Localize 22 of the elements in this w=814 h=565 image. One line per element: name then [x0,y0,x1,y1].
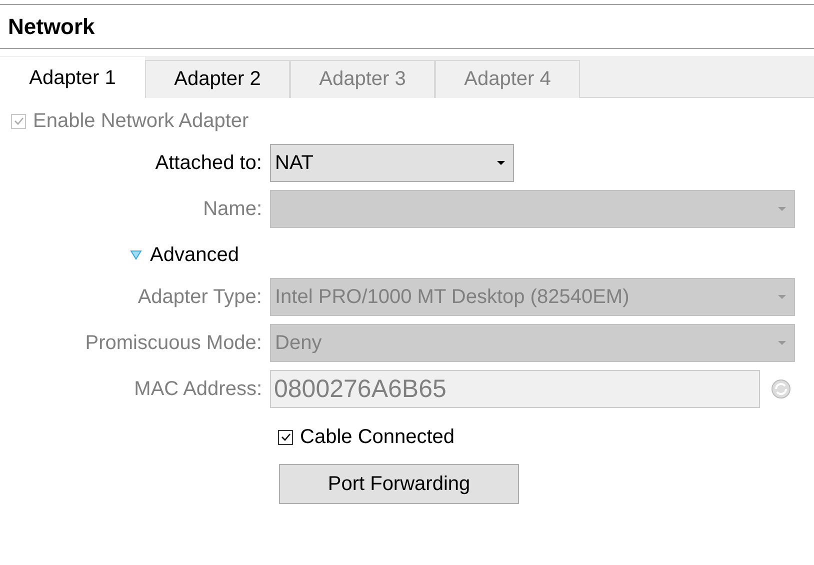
caret-icon [778,341,786,345]
caret-icon [778,295,786,299]
checkbox[interactable] [278,430,293,444]
section-title: Network [0,5,814,49]
checkbox-label: Cable Connected [300,426,455,448]
section-label: Advanced [150,244,239,266]
checkbox-label: Enable Network Adapter [33,110,249,132]
field-label: Promiscuous Mode: [84,332,263,354]
checkmark-icon [280,431,292,443]
field-label: Name: [202,198,263,220]
port-forwarding-button[interactable]: Port Forwarding [279,464,519,504]
combo-box[interactable]: NAT [270,144,514,182]
checkmark-icon [12,115,24,127]
caret-icon [497,161,505,165]
tab[interactable]: Adapter 1 [0,57,145,98]
refresh-icon[interactable] [771,379,791,399]
field-label: Attached to: [154,152,263,174]
tab[interactable]: Adapter 2 [145,60,290,98]
field-label: MAC Address: [133,378,263,400]
expanded-triangle-icon[interactable] [130,250,142,260]
field-label: Adapter Type: [136,286,263,308]
caret-icon [778,207,786,211]
